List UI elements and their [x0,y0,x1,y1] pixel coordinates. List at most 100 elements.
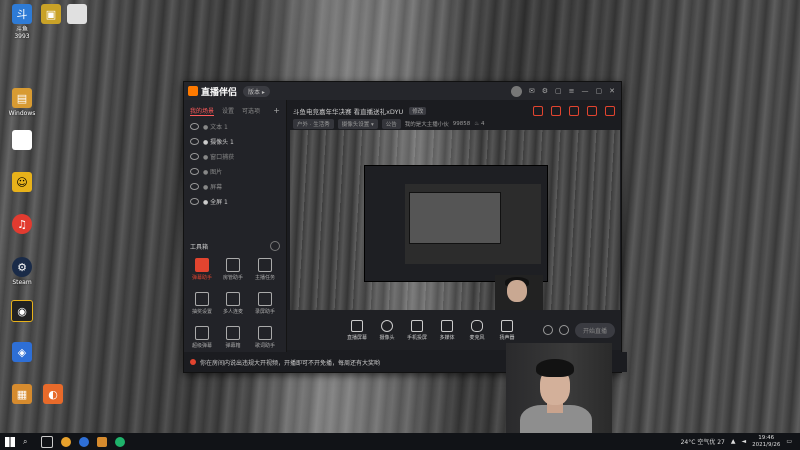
tool-lottery[interactable]: 抽奖设置 [187,292,217,315]
eye-icon[interactable] [190,168,199,175]
room-id: 99858 [452,121,471,127]
tool-room-admin[interactable]: 房管助手 [218,258,248,281]
scene-item[interactable]: ● 摄像头 1 [184,134,286,149]
heat-value: ♨ 4 [474,121,485,127]
scene-item[interactable]: ● 窗口捕获 [184,149,286,164]
clock-time: 19:46 [758,434,775,441]
speaker-button[interactable]: 扬声器 [492,319,522,341]
bell-icon[interactable] [587,106,597,116]
play-icon [441,319,453,332]
stream-app-taskbar-icon[interactable] [97,436,107,447]
douyu-icon: 斗 [12,4,32,24]
tool-icon [226,326,240,340]
phone-icon [411,319,423,332]
tool-icon [195,292,209,306]
stream-preview[interactable] [290,130,620,310]
scene-item[interactable]: ● 屏幕 [184,179,286,194]
tool-screen-record[interactable]: 录屏助手 [250,292,280,315]
gift-icon[interactable] [551,106,561,116]
room-title: 斗鱼电竞嘉年华决赛 看直播送礼xDYU [293,108,404,116]
titlebar-controls: ✉ ⚙ ▢ ≡ — ▢ ✕ [510,85,615,97]
tool-multi-mic[interactable]: 多人连麦 [218,292,248,315]
maximize-icon[interactable]: ▢ [596,87,603,95]
microphone-button[interactable]: 麦克风 [462,319,492,341]
desktop-icon-3[interactable] [60,4,94,26]
person-hair [536,359,574,377]
eye-icon[interactable] [190,138,199,145]
desktop-icon-7[interactable]: ♫ [5,214,39,236]
desktop-icon-12[interactable]: ◐ [36,384,70,406]
anchor-name: 我的是大主播小伙 [404,122,449,128]
eye-icon[interactable] [190,198,199,205]
browser-icon[interactable] [79,436,89,447]
user-avatar[interactable] [510,85,522,97]
desktop-icon-6[interactable]: ☺ [5,172,39,194]
media-button[interactable]: 多媒体 [432,319,462,341]
eye-icon[interactable] [190,123,199,130]
room-info-row: 户外 · 生活秀 摄像头设置 ▾ 公告 我的是大主播小伙 99858 ♨ 4 [293,119,484,129]
tab-options[interactable]: 可选项 [242,106,260,116]
network-icon[interactable]: ▲ [731,438,736,445]
shop-icon[interactable] [569,106,579,116]
more-icon[interactable] [605,106,615,116]
tool-danmaku[interactable]: 弹幕助手 [187,258,217,281]
scene-item[interactable]: ● 图片 [184,164,286,179]
scene-item[interactable]: ● 文本 1 [184,119,286,134]
notification-icon[interactable]: ▭ [786,438,792,445]
close-icon[interactable]: ✕ [609,87,615,95]
folder-icon: ▤ [12,88,32,108]
edit-title-button[interactable]: 修改 [409,107,427,115]
eye-icon[interactable] [190,183,199,190]
clock-date: 2021/9/26 [752,441,781,448]
camera-button[interactable]: 摄像头 [372,319,402,341]
desktop-icon-11[interactable]: ▦ [5,384,39,406]
desktop-icon-10[interactable]: ◈ [5,342,39,364]
tool-lyrics[interactable]: 歌词助手 [250,326,280,349]
tool-anchor-task[interactable]: 主播任务 [250,258,280,281]
tool-danmaku-box[interactable]: 弹幕箱 [218,326,248,349]
desktop-icon-5[interactable] [5,130,39,152]
microphone-icon [471,319,483,332]
preview-inner-screen [409,192,501,244]
screen-capture-button[interactable]: 直播屏幕 [342,319,372,341]
share-icon[interactable] [533,106,543,116]
toolbox-more-icon[interactable] [270,241,280,251]
search-icon[interactable]: ⌕ [23,437,33,447]
add-scene-button[interactable]: + [273,106,280,116]
task-view-icon[interactable] [41,435,53,448]
skin-icon[interactable]: ▢ [555,87,562,95]
eye-icon[interactable] [190,153,199,160]
message-icon[interactable]: ✉ [529,87,535,95]
tool-icon [258,292,272,306]
folder-icon: ▣ [41,4,61,24]
wechat-icon[interactable] [115,436,125,447]
gear-icon[interactable] [558,325,569,335]
app-icon: ◐ [43,384,63,404]
desktop-icon-steam[interactable]: ⚙ Steam [5,257,39,286]
category-pill[interactable]: 户外 · 生活秀 [293,119,334,129]
minimize-icon[interactable]: — [582,87,589,95]
windows-start-icon[interactable] [5,436,15,447]
volume-icon[interactable]: ◄ [742,438,747,445]
desktop-icon-9[interactable]: ◉ [5,300,39,324]
scene-item[interactable]: ● 全屏 1 [184,194,286,209]
desktop-icon-windows[interactable]: ▤ Windows [5,88,39,117]
tab-settings[interactable]: 设置 [222,106,234,116]
tab-my-scenes[interactable]: 我的场景 [190,106,215,116]
weather-text[interactable]: 24°C 空气优 27 [681,437,725,446]
menu-icon[interactable]: ≡ [569,87,575,95]
window-titlebar[interactable]: 直播伴侣 版本 ▸ ✉ ⚙ ▢ ≡ — ▢ ✕ [184,82,621,100]
scene-sidebar: 我的场景 设置 可选项 + ● 文本 1 ● 摄像头 1 ● 窗口捕获 ● 图片… [184,100,287,372]
camera-settings-dropdown[interactable]: 摄像头设置 ▾ [337,119,378,129]
tool-super-danmaku[interactable]: 超级弹幕 [187,326,217,349]
clock[interactable]: 19:46 2021/9/26 [752,435,780,449]
app-name: 直播伴侣 [201,87,238,98]
start-live-button[interactable]: 开始直播 [574,322,615,338]
record-icon[interactable] [542,325,553,335]
announcement-button[interactable]: 公告 [381,119,401,129]
notice-text[interactable]: 你在房间内说出违规大开视频，开播即可不开免播，每周还有大奖哟 [200,358,380,367]
chrome-icon[interactable] [61,436,71,447]
phone-cast-button[interactable]: 手机投屏 [402,319,432,341]
settings-icon[interactable]: ⚙ [542,87,548,95]
version-badge[interactable]: 版本 ▸ [243,85,270,97]
